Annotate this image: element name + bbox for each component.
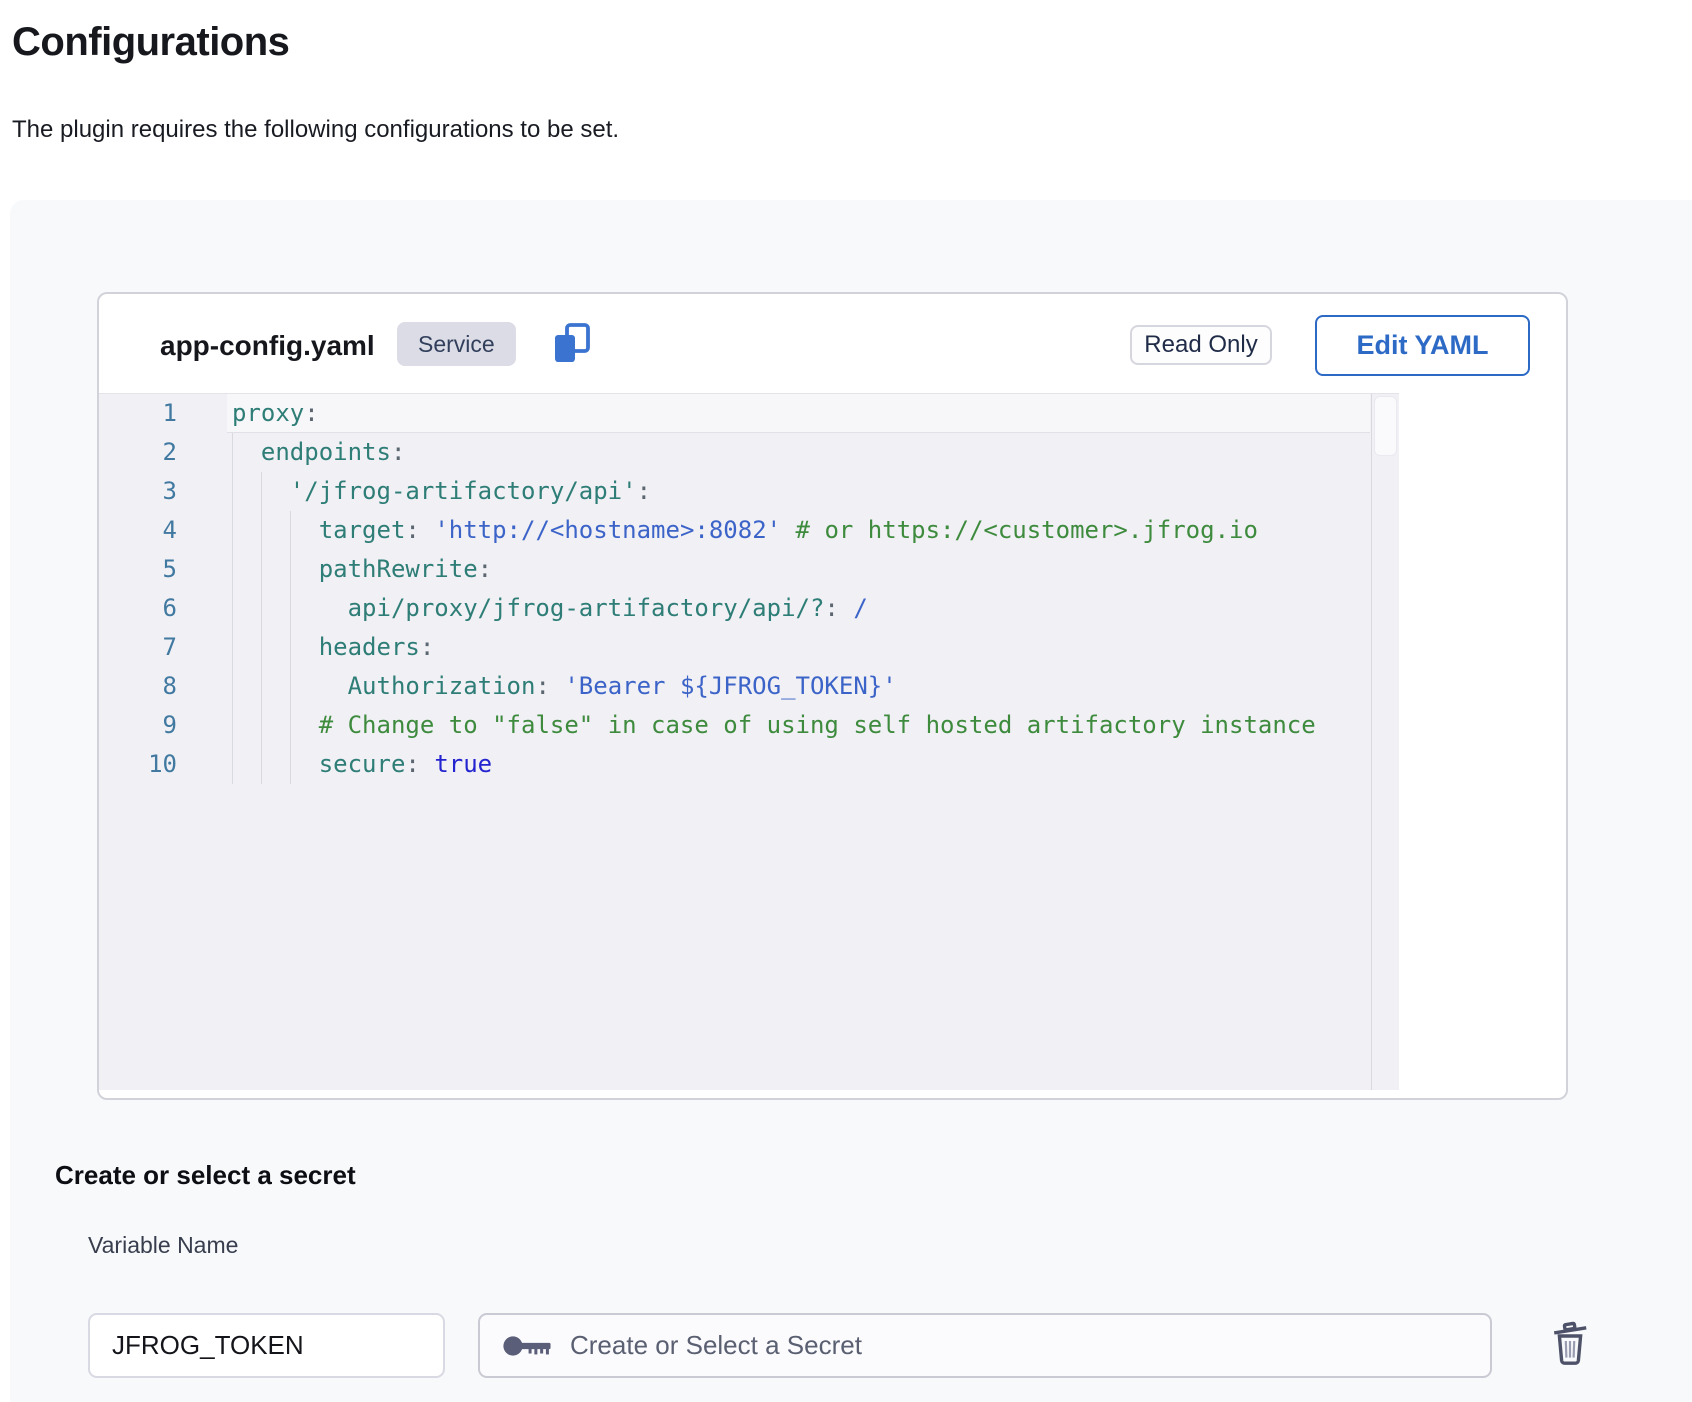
secret-section-heading: Create or select a secret bbox=[55, 1160, 356, 1191]
code-line: target: 'http://<hostname>:8082' # or ht… bbox=[227, 511, 1370, 550]
line-number: 1 bbox=[99, 394, 227, 433]
read-only-badge: Read Only bbox=[1130, 325, 1272, 365]
code-line: '/jfrog-artifactory/api': bbox=[227, 472, 1370, 511]
page-title: Configurations bbox=[12, 20, 289, 65]
code-line: # Change to "false" in case of using sel… bbox=[227, 706, 1370, 745]
code-line: secure: true bbox=[227, 745, 1370, 784]
code-line: api/proxy/jfrog-artifactory/api/?: / bbox=[227, 589, 1370, 628]
edit-yaml-button[interactable]: Edit YAML bbox=[1315, 315, 1530, 376]
code-line: proxy: bbox=[227, 394, 1370, 433]
delete-secret-button[interactable] bbox=[1542, 1312, 1598, 1372]
key-icon bbox=[502, 1332, 554, 1360]
secret-select-placeholder: Create or Select a Secret bbox=[570, 1330, 862, 1361]
yaml-card-header: app-config.yaml Service Read Only Edit Y… bbox=[99, 294, 1566, 393]
copy-icon bbox=[551, 322, 593, 369]
config-panel: app-config.yaml Service Read Only Edit Y… bbox=[10, 200, 1692, 1402]
line-number: 3 bbox=[99, 472, 227, 511]
variable-name-label: Variable Name bbox=[88, 1232, 238, 1259]
variable-name-input[interactable] bbox=[88, 1313, 445, 1378]
line-number: 10 bbox=[99, 745, 227, 784]
line-number: 9 bbox=[99, 706, 227, 745]
secret-select-button[interactable]: Create or Select a Secret bbox=[478, 1313, 1492, 1378]
yaml-card: app-config.yaml Service Read Only Edit Y… bbox=[97, 292, 1568, 1100]
code-line: Authorization: 'Bearer ${JFROG_TOKEN}' bbox=[227, 667, 1370, 706]
line-number: 2 bbox=[99, 433, 227, 472]
code-line: headers: bbox=[227, 628, 1370, 667]
line-number: 7 bbox=[99, 628, 227, 667]
line-number: 4 bbox=[99, 511, 227, 550]
editor-scrollbar[interactable] bbox=[1372, 394, 1399, 1090]
editor-content: proxy: endpoints: '/jfrog-artifactory/ap… bbox=[227, 394, 1370, 784]
line-number: 5 bbox=[99, 550, 227, 589]
code-line: endpoints: bbox=[227, 433, 1370, 472]
editor-scrollbar-thumb[interactable] bbox=[1374, 396, 1397, 456]
file-name: app-config.yaml bbox=[160, 330, 375, 362]
line-number: 8 bbox=[99, 667, 227, 706]
service-badge: Service bbox=[397, 322, 516, 366]
trash-icon bbox=[1547, 1316, 1593, 1369]
code-line: pathRewrite: bbox=[227, 550, 1370, 589]
page-subtitle: The plugin requires the following config… bbox=[12, 116, 619, 144]
line-number: 6 bbox=[99, 589, 227, 628]
copy-button[interactable] bbox=[550, 323, 594, 367]
yaml-code-editor[interactable]: 12345678910 proxy: endpoints: '/jfrog-ar… bbox=[99, 393, 1399, 1090]
editor-gutter: 12345678910 bbox=[99, 394, 227, 784]
